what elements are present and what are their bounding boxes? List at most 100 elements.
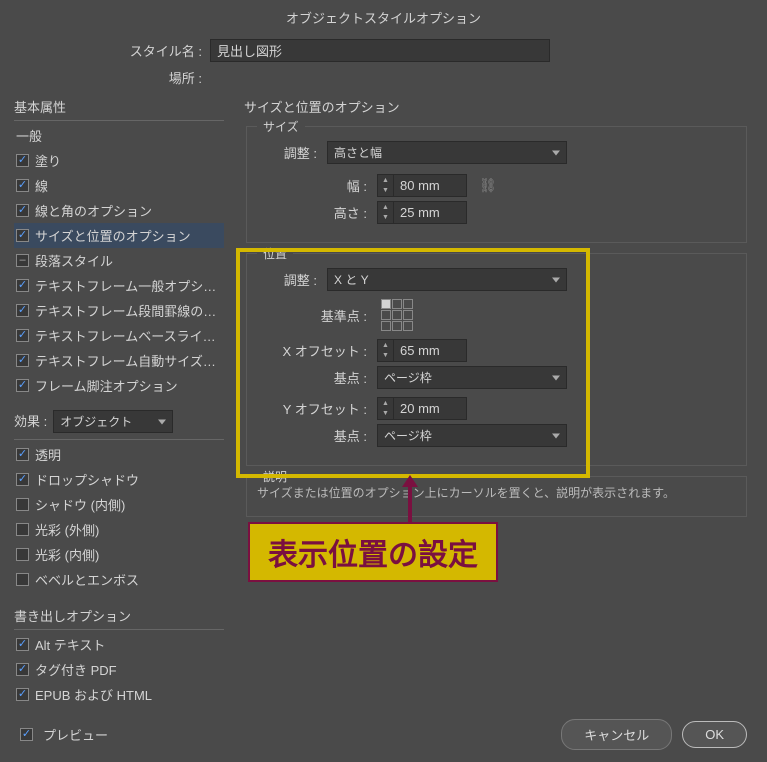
attr-label: テキストフレームベースラインオプション: [35, 326, 222, 345]
effect-label: 光彩 (外側): [35, 520, 99, 539]
checkbox-icon[interactable]: [16, 354, 29, 367]
export-item-alt-text[interactable]: Alt テキスト: [14, 632, 224, 657]
attr-item-stroke-corner[interactable]: 線と角のオプション: [14, 198, 224, 223]
yoffset-stepper[interactable]: ▲▼: [377, 397, 467, 420]
effect-item-inner-shadow[interactable]: シャドウ (内側): [14, 492, 224, 517]
export-item-tagged-pdf[interactable]: タグ付き PDF: [14, 657, 224, 682]
step-up-icon[interactable]: ▲: [378, 175, 393, 186]
export-head: 書き出しオプション: [14, 602, 224, 630]
attr-item-stroke[interactable]: 線: [14, 173, 224, 198]
checkbox-icon[interactable]: [16, 304, 29, 317]
effect-label: 透明: [35, 445, 61, 464]
yoffset-input[interactable]: [393, 397, 467, 420]
checkbox-icon[interactable]: [16, 229, 29, 242]
step-down-icon[interactable]: ▼: [378, 409, 393, 420]
effects-target-select[interactable]: オブジェクト: [53, 410, 173, 433]
checkbox-icon[interactable]: [16, 379, 29, 392]
basic-attrs-list: 一般 塗り 線 線と角のオプション サイズと位置のオプション: [14, 123, 224, 398]
export-label: Alt テキスト: [35, 635, 105, 654]
description-title: 説明: [257, 468, 293, 485]
style-name-label: スタイル名 :: [0, 41, 210, 60]
checkbox-icon[interactable]: [16, 523, 29, 536]
step-down-icon[interactable]: ▼: [378, 351, 393, 362]
xoffset-stepper[interactable]: ▲▼: [377, 339, 467, 362]
xbase-select[interactable]: ページ枠: [377, 366, 567, 389]
width-stepper[interactable]: ▲▼: [377, 174, 467, 197]
attr-label: テキストフレーム一般オプション: [35, 276, 222, 295]
ybase-select[interactable]: ページ枠: [377, 424, 567, 447]
checkbox-icon[interactable]: [16, 279, 29, 292]
checkbox-icon[interactable]: [16, 638, 29, 651]
size-group: サイズ 調整 : 高さと幅 幅 : ▲▼ ⛓ 高さ : ▲▼: [246, 126, 747, 243]
height-stepper[interactable]: ▲▼: [377, 201, 467, 224]
checkbox-icon[interactable]: [16, 154, 29, 167]
width-label: 幅 :: [257, 176, 377, 195]
export-label: EPUB および HTML: [35, 685, 152, 704]
attr-label: 線と角のオプション: [35, 201, 152, 220]
right-panel-title: サイズと位置のオプション: [240, 93, 753, 126]
checkbox-icon[interactable]: [16, 254, 29, 267]
size-adjust-select[interactable]: 高さと幅: [327, 141, 567, 164]
attr-label: 一般: [16, 126, 42, 145]
ok-button[interactable]: OK: [682, 721, 747, 748]
pos-adjust-select[interactable]: X と Y: [327, 268, 567, 291]
attr-item-size-position[interactable]: サイズと位置のオプション: [14, 223, 224, 248]
xoffset-input[interactable]: [393, 339, 467, 362]
effect-item-bevel-emboss[interactable]: ベベルとエンボス: [14, 567, 224, 592]
dialog-footer: プレビュー キャンセル OK: [0, 707, 767, 762]
attr-item-paragraph-style[interactable]: 段落スタイル: [14, 248, 224, 273]
object-style-dialog: オブジェクトスタイルオプション スタイル名 : 場所 : 基本属性 一般 塗り …: [0, 0, 767, 717]
step-up-icon[interactable]: ▲: [378, 398, 393, 409]
effect-item-outer-glow[interactable]: 光彩 (外側): [14, 517, 224, 542]
ybase-label: 基点 :: [257, 426, 377, 445]
step-down-icon[interactable]: ▼: [378, 213, 393, 224]
effect-item-inner-glow[interactable]: 光彩 (内側): [14, 542, 224, 567]
effect-item-drop-shadow[interactable]: ドロップシャドウ: [14, 467, 224, 492]
yoffset-label: Y オフセット :: [257, 399, 377, 418]
reference-point-proxy[interactable]: [381, 299, 413, 331]
basic-attrs-head: 基本属性: [14, 93, 224, 121]
width-input[interactable]: [393, 174, 467, 197]
attr-item-textframe-baseline[interactable]: テキストフレームベースラインオプション: [14, 323, 224, 348]
attr-item-fill[interactable]: 塗り: [14, 148, 224, 173]
effect-label: ドロップシャドウ: [35, 470, 139, 489]
annotation-label: 表示位置の設定: [248, 522, 498, 582]
style-name-input[interactable]: [210, 39, 550, 62]
step-up-icon[interactable]: ▲: [378, 202, 393, 213]
checkbox-icon[interactable]: [16, 548, 29, 561]
attr-label: フレーム脚注オプション: [35, 376, 178, 395]
height-input[interactable]: [393, 201, 467, 224]
effect-item-transparency[interactable]: 透明: [14, 442, 224, 467]
cancel-button[interactable]: キャンセル: [561, 719, 672, 750]
location-label: 場所 :: [0, 68, 210, 87]
step-down-icon[interactable]: ▼: [378, 186, 393, 197]
checkbox-icon[interactable]: [16, 448, 29, 461]
attr-item-frame-footnote[interactable]: フレーム脚注オプション: [14, 373, 224, 398]
attr-label: 線: [35, 176, 48, 195]
attr-item-textframe-column-rule[interactable]: テキストフレーム段間罫線のオプション: [14, 298, 224, 323]
attr-label: 段落スタイル: [35, 251, 113, 270]
export-item-epub-html[interactable]: EPUB および HTML: [14, 682, 224, 707]
checkbox-icon[interactable]: [16, 329, 29, 342]
attr-item-textframe-general[interactable]: テキストフレーム一般オプション: [14, 273, 224, 298]
checkbox-icon[interactable]: [16, 204, 29, 217]
effect-label: ベベルとエンボス: [35, 570, 139, 589]
attr-label: テキストフレーム自動サイズ調整オプション: [35, 351, 222, 370]
select-value: ページ枠: [384, 371, 432, 385]
checkbox-icon[interactable]: [16, 498, 29, 511]
link-icon[interactable]: ⛓: [479, 177, 497, 194]
preview-label: プレビュー: [43, 725, 108, 744]
attr-label: サイズと位置のオプション: [35, 226, 191, 245]
checkbox-icon[interactable]: [16, 473, 29, 486]
checkbox-icon[interactable]: [16, 573, 29, 586]
checkbox-icon[interactable]: [16, 688, 29, 701]
attr-item-general[interactable]: 一般: [14, 123, 224, 148]
attr-item-textframe-autosize[interactable]: テキストフレーム自動サイズ調整オプション: [14, 348, 224, 373]
effects-head: 効果 :: [14, 411, 47, 430]
step-up-icon[interactable]: ▲: [378, 340, 393, 351]
checkbox-icon[interactable]: [16, 179, 29, 192]
description-group: 説明 サイズまたは位置のオプション上にカーソルを置くと、説明が表示されます。: [246, 476, 747, 517]
checkbox-icon[interactable]: [16, 663, 29, 676]
preview-checkbox[interactable]: [20, 728, 33, 741]
position-group: 位置 調整 : X と Y 基準点 : X オフセット : ▲: [246, 253, 747, 466]
